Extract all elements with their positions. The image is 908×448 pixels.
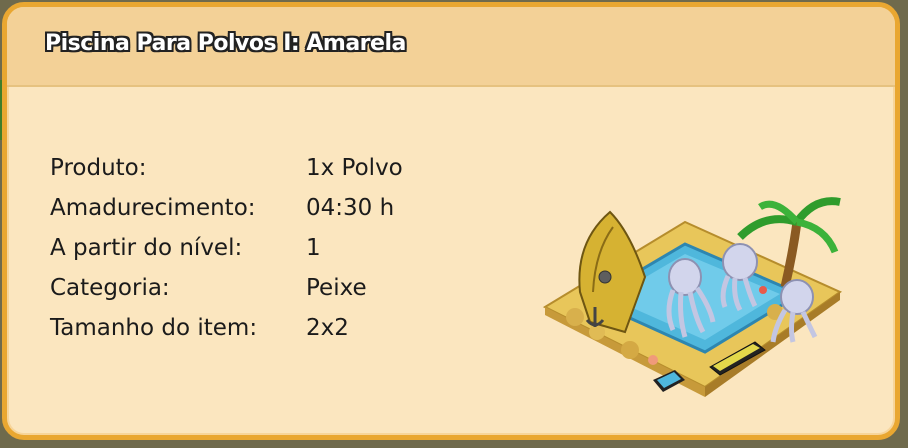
item-info-tooltip: Piscina Para Polvos I: Amarela Produto: …: [2, 2, 900, 440]
detail-value: 04:30 h: [306, 195, 395, 221]
detail-value: 1x Polvo: [306, 155, 403, 181]
detail-label: Categoria:: [50, 275, 170, 301]
tooltip-header: Piscina Para Polvos I: Amarela: [7, 7, 895, 87]
item-title: Piscina Para Polvos I: Amarela: [45, 31, 406, 56]
detail-value: Peixe: [306, 275, 367, 301]
detail-label: Tamanho do item:: [50, 315, 258, 341]
detail-label: Produto:: [50, 155, 147, 181]
detail-value: 2x2: [306, 315, 349, 341]
detail-value: 1: [306, 235, 321, 261]
detail-label: A partir do nível:: [50, 235, 243, 261]
detail-label: Amadurecimento:: [50, 195, 256, 221]
octopus-pool-icon: [542, 197, 843, 397]
